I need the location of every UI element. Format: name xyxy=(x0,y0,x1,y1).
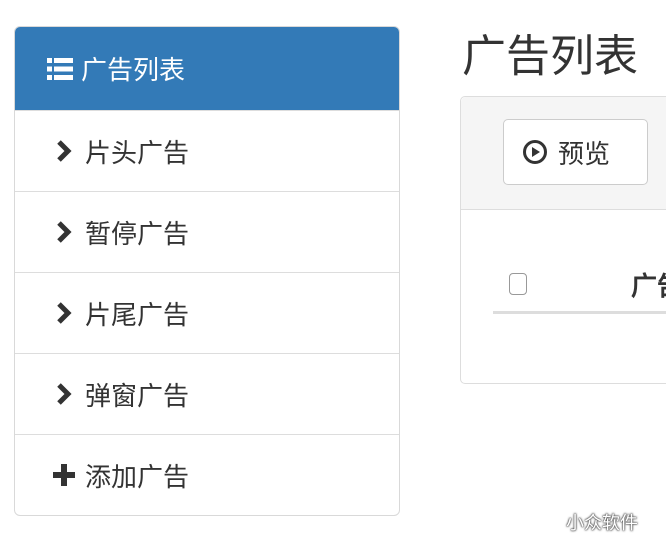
sidebar-item-popup-ad[interactable]: 弹窗广告 xyxy=(15,353,399,434)
play-circle-icon xyxy=(523,140,547,164)
table-column-ad: 广告 xyxy=(630,271,666,302)
chevron-right-icon xyxy=(49,217,79,247)
sidebar-item-label: 添加广告 xyxy=(85,462,190,493)
wechat-icon xyxy=(536,508,562,535)
sidebar-item-pause-ad[interactable]: 暂停广告 xyxy=(15,191,399,272)
sidebar-item-add-ad[interactable]: 添加广告 xyxy=(15,434,399,515)
plus-icon xyxy=(49,460,79,490)
sidebar-item-ad-list[interactable]: 广告列表 xyxy=(15,27,399,110)
preview-button-label: 预览 xyxy=(558,139,611,170)
sidebar-item-label: 片尾广告 xyxy=(85,300,190,331)
sidebar-item-outro-ad[interactable]: 片尾广告 xyxy=(15,272,399,353)
sidebar-item-label: 弹窗广告 xyxy=(85,381,190,412)
list-icon xyxy=(45,54,75,84)
sidebar-item-label: 广告列表 xyxy=(81,56,186,86)
panel-toolbar: 预览 xyxy=(461,97,666,210)
watermark: 小众软件 xyxy=(536,508,638,535)
sidebar-nav: 广告列表 片头广告 暂停广告 片尾广告 弹窗广告 添加广告 xyxy=(14,26,400,516)
preview-button[interactable]: 预览 xyxy=(503,119,648,185)
table-header-row: 广告 xyxy=(493,257,666,314)
sidebar-item-intro-ad[interactable]: 片头广告 xyxy=(15,110,399,191)
chevron-right-icon xyxy=(49,136,79,166)
sidebar-item-label: 片头广告 xyxy=(85,138,190,169)
select-all-checkbox[interactable] xyxy=(509,273,527,295)
chevron-right-icon xyxy=(49,379,79,409)
page-title: 广告列表 xyxy=(462,31,638,82)
chevron-right-icon xyxy=(49,298,79,328)
watermark-text: 小众软件 xyxy=(566,512,638,534)
ad-list-panel: 预览 广告 xyxy=(460,96,666,384)
sidebar-item-label: 暂停广告 xyxy=(85,219,190,250)
